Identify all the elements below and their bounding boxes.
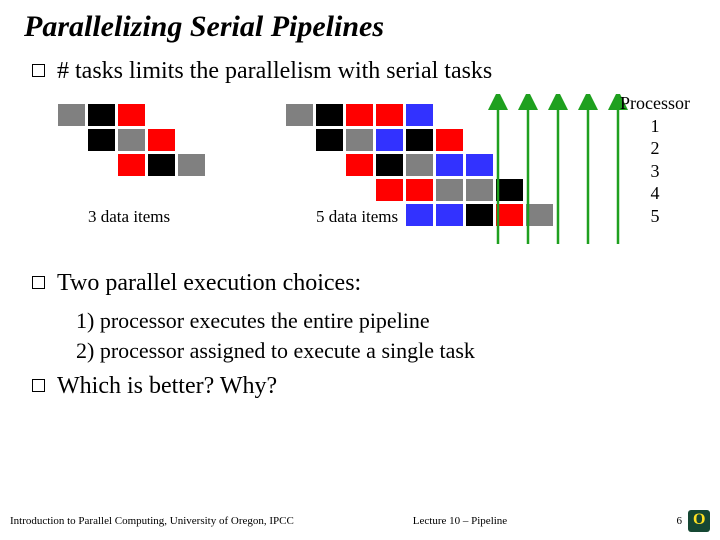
bullet-1-text: # tasks limits the parallelism with seri… bbox=[57, 56, 696, 86]
pipeline-cell bbox=[346, 129, 373, 151]
pipeline-cell bbox=[118, 129, 145, 151]
label-5-data-items: 5 data items bbox=[316, 207, 398, 227]
bullet-3: Which is better? Why? bbox=[32, 371, 696, 401]
sub-list: 1) processor executes the entire pipelin… bbox=[76, 306, 696, 365]
bullet-2: Two parallel execution choices: bbox=[32, 268, 696, 298]
pipeline-cell bbox=[376, 104, 403, 126]
pipeline-cell bbox=[316, 129, 343, 151]
pipeline-cell bbox=[346, 104, 373, 126]
pipeline-cell bbox=[436, 154, 463, 176]
pipeline-cell bbox=[58, 104, 85, 126]
square-bullet-icon bbox=[32, 379, 45, 392]
pipeline-cell bbox=[286, 104, 313, 126]
processor-row-4: 4 bbox=[620, 182, 690, 205]
processor-row-3: 3 bbox=[620, 160, 690, 183]
footer-left: Introduction to Parallel Computing, Univ… bbox=[10, 515, 310, 527]
sub-1: 1) processor executes the entire pipelin… bbox=[76, 306, 696, 336]
label-3-data-items: 3 data items bbox=[88, 207, 170, 227]
pipeline-cell bbox=[436, 179, 463, 201]
pipeline-cell bbox=[436, 129, 463, 151]
processor-column: Processor 1 2 3 4 5 bbox=[620, 92, 690, 227]
pipeline-cell bbox=[118, 104, 145, 126]
pipeline-cell bbox=[406, 179, 433, 201]
uo-logo-icon bbox=[688, 510, 710, 532]
slide-title: Parallelizing Serial Pipelines bbox=[24, 10, 696, 44]
pipeline-cell bbox=[466, 179, 493, 201]
processor-row-1: 1 bbox=[620, 115, 690, 138]
pipeline-cell bbox=[406, 204, 433, 226]
pipeline-cell bbox=[376, 154, 403, 176]
pipeline-cell bbox=[436, 204, 463, 226]
pipeline-cell bbox=[466, 204, 493, 226]
pipeline-cell bbox=[376, 129, 403, 151]
pipeline-cell bbox=[88, 104, 115, 126]
pipeline-cell bbox=[148, 129, 175, 151]
pipeline-cell bbox=[148, 154, 175, 176]
pipeline-cell bbox=[118, 154, 145, 176]
pipeline-cell bbox=[178, 154, 205, 176]
pipeline-cell bbox=[88, 129, 115, 151]
footer-mid: Lecture 10 – Pipeline bbox=[310, 515, 610, 527]
processor-row-2: 2 bbox=[620, 137, 690, 160]
processor-row-5: 5 bbox=[620, 205, 690, 228]
pipeline-cell bbox=[406, 129, 433, 151]
pipeline-cell bbox=[316, 104, 343, 126]
pipeline-cell bbox=[496, 204, 523, 226]
square-bullet-icon bbox=[32, 276, 45, 289]
bullet-3-text: Which is better? Why? bbox=[57, 371, 696, 401]
pipeline-cell bbox=[526, 204, 553, 226]
pipeline-cell bbox=[496, 179, 523, 201]
footer: Introduction to Parallel Computing, Univ… bbox=[0, 510, 720, 532]
sub-2: 2) processor assigned to execute a singl… bbox=[76, 336, 696, 366]
pipeline-cell bbox=[406, 154, 433, 176]
bullet-1: # tasks limits the parallelism with seri… bbox=[32, 56, 696, 86]
processor-header: Processor bbox=[620, 92, 690, 115]
pipeline-diagram: 3 data items 5 data items Processor 1 2 … bbox=[24, 94, 696, 264]
bullet-2-text: Two parallel execution choices: bbox=[57, 268, 696, 298]
pipeline-cell bbox=[346, 154, 373, 176]
pipeline-cell bbox=[376, 179, 403, 201]
footer-right: 6 bbox=[610, 510, 710, 532]
page-number: 6 bbox=[677, 515, 683, 527]
pipeline-cell bbox=[466, 154, 493, 176]
slide: Parallelizing Serial Pipelines # tasks l… bbox=[0, 0, 720, 540]
square-bullet-icon bbox=[32, 64, 45, 77]
pipeline-cell bbox=[406, 104, 433, 126]
